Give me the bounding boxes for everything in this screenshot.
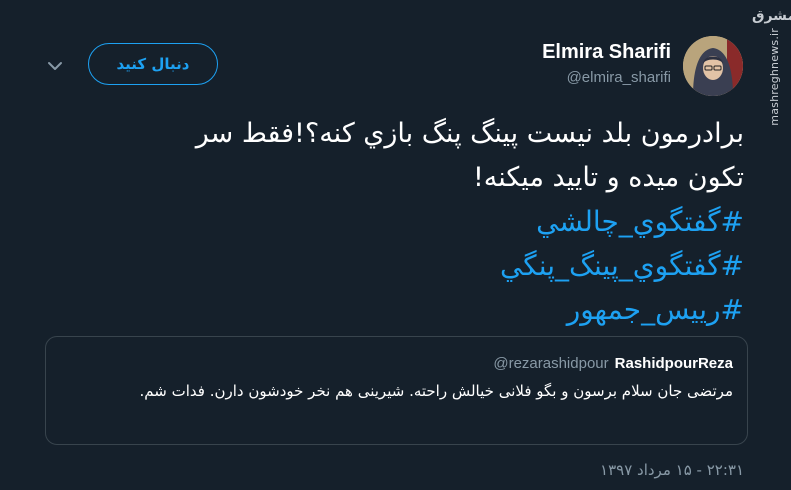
quoted-tweet-handle: @rezarashidpour bbox=[493, 355, 609, 372]
avatar[interactable] bbox=[683, 36, 743, 96]
watermark: مشرق mashreghnews.ir bbox=[752, 8, 791, 138]
chevron-down-icon[interactable] bbox=[46, 58, 64, 72]
user-handle[interactable]: @elmira_sharifi bbox=[542, 68, 671, 88]
quoted-tweet[interactable]: @rezarashidpour RashidpourReza مرتضی جان… bbox=[45, 336, 748, 445]
follow-button[interactable]: دنبال کنید bbox=[88, 43, 218, 85]
watermark-site: mashreghnews.ir bbox=[767, 28, 781, 126]
tweet-text: برادرمون بلد نيست پينگ پنگ بازي كنه؟!فقط… bbox=[44, 112, 744, 332]
tweet-line: برادرمون بلد نيست پينگ پنگ بازي كنه؟!فقط… bbox=[195, 118, 744, 149]
hashtag-link[interactable]: #گفتگوي_چالشي bbox=[44, 200, 744, 244]
tweet-timestamp[interactable]: ۲۲:۳۱ - ۱۵ مرداد ۱۳۹۷ bbox=[600, 461, 744, 479]
user-info: Elmira Sharifi @elmira_sharifi bbox=[542, 40, 671, 88]
hashtag-link[interactable]: #رييس_جمهور bbox=[44, 288, 744, 332]
quoted-tweet-name: RashidpourReza bbox=[614, 355, 733, 372]
hashtag-link[interactable]: #گفتگوي_پينگ_پنگي bbox=[44, 244, 744, 288]
tweet-line: تكون ميده و تاييد ميكنه! bbox=[472, 162, 744, 193]
quoted-tweet-text: مرتضی جان سلام برسون و بگو فلانی خیالش ر… bbox=[139, 382, 733, 400]
quoted-tweet-header: @rezarashidpour RashidpourReza bbox=[493, 355, 733, 372]
watermark-logo: مشرق bbox=[751, 8, 791, 24]
display-name[interactable]: Elmira Sharifi bbox=[542, 40, 671, 64]
